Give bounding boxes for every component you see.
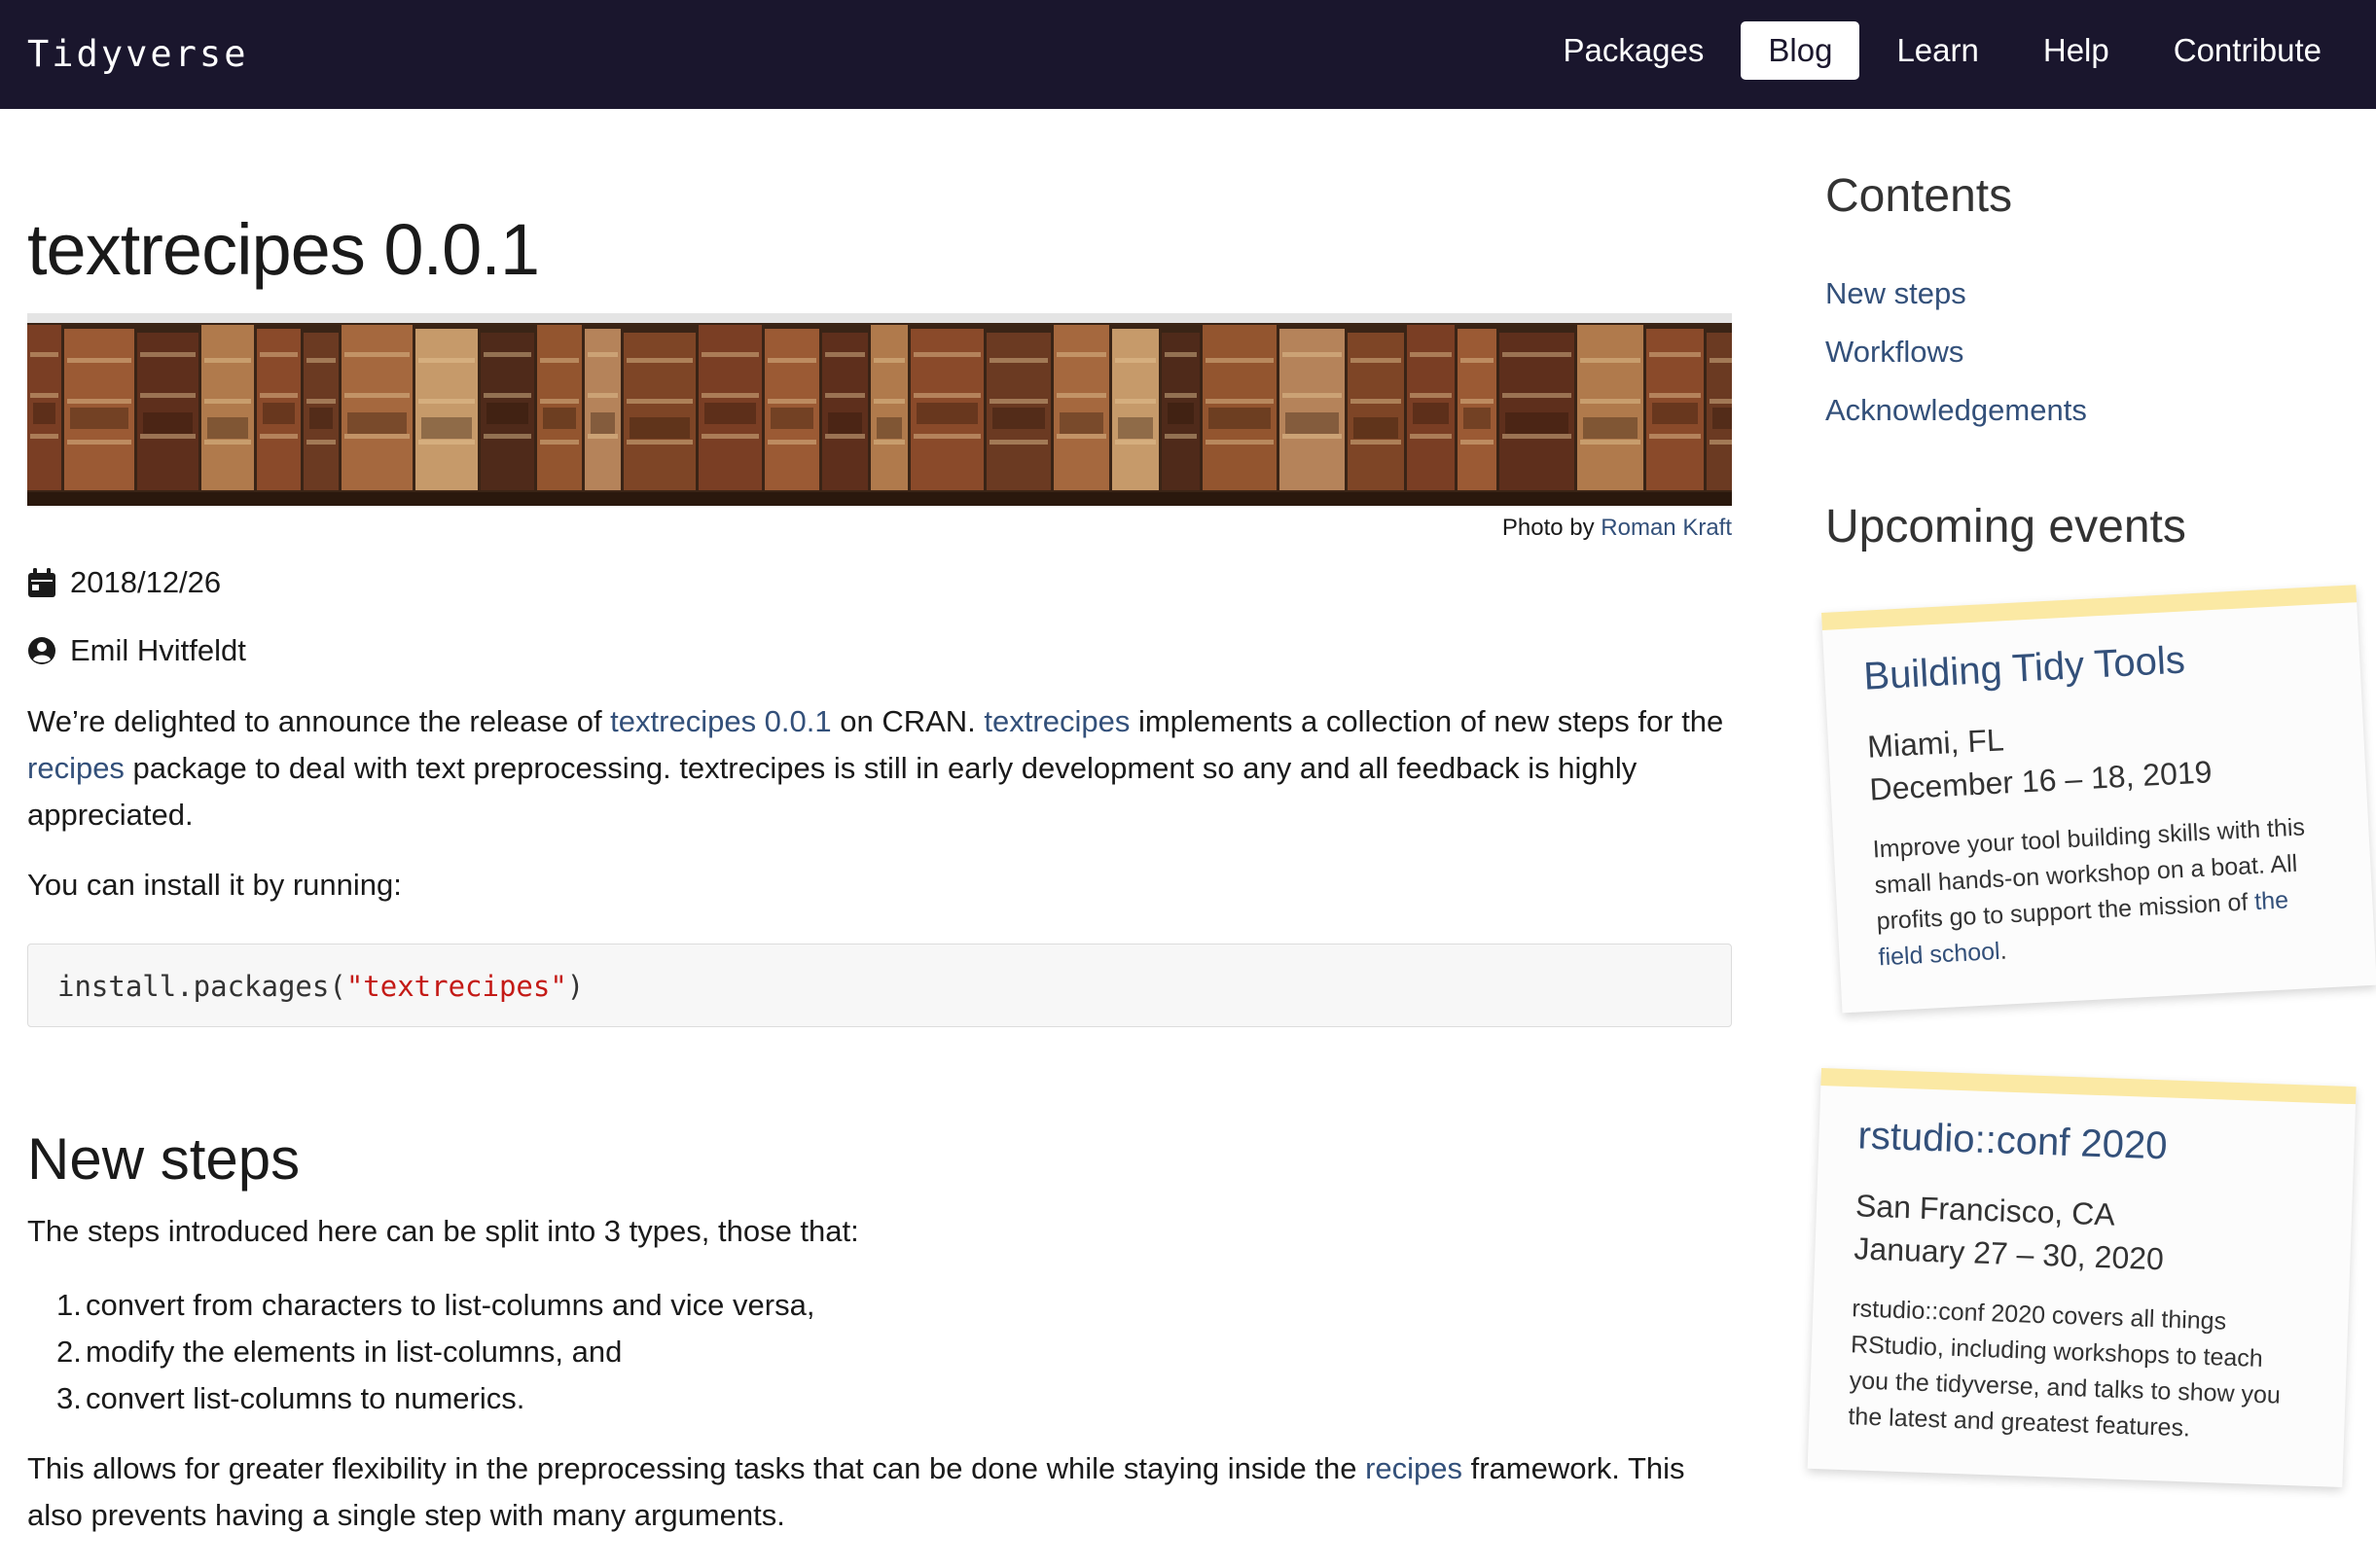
table-of-contents: New steps Workflows Acknowledgements: [1825, 265, 2370, 440]
nav-contribute[interactable]: Contribute: [2146, 21, 2349, 80]
user-circle-icon: [28, 637, 55, 664]
event-card[interactable]: rstudio::conf 2020 San Francisco, CA Jan…: [1807, 1068, 2357, 1487]
post-date: 2018/12/26: [27, 558, 1732, 607]
nav-packages[interactable]: Packages: [1535, 21, 1731, 80]
nav-help[interactable]: Help: [2016, 21, 2137, 80]
post-title: textrecipes 0.0.1: [27, 209, 540, 290]
list-text: modify the elements in list-columns, and: [86, 1335, 623, 1369]
post-author: Emil Hvitfeldt: [27, 626, 1732, 675]
nav-blog[interactable]: Blog: [1741, 21, 1860, 80]
steps-list: 1. convert from characters to list-column…: [27, 1282, 1732, 1422]
list-item: 3. convert list-columns to numerics.: [56, 1375, 1732, 1422]
intro-text-1: We’re delighted to announce the release …: [27, 704, 611, 738]
toc-acknowledgements[interactable]: Acknowledgements: [1825, 381, 2370, 440]
brand-logo[interactable]: Tidyverse: [27, 27, 248, 82]
code-close: ): [566, 970, 585, 1003]
section-after-paragraph: This allows for greater flexibility in t…: [27, 1445, 1732, 1539]
calendar-icon: [28, 568, 55, 597]
event-card[interactable]: Building Tidy Tools Miami, FL December 1…: [1821, 585, 2376, 1014]
event-body: rstudio::conf 2020 San Francisco, CA Jan…: [1808, 1086, 2356, 1487]
event-desc-text: rstudio::conf 2020 covers all things RSt…: [1848, 1295, 2282, 1443]
author-name: Emil Hvitfeldt: [70, 633, 246, 667]
install-paragraph: You can install it by running:: [27, 868, 402, 902]
toc-workflows[interactable]: Workflows: [1825, 323, 2370, 381]
event-description: Improve your tool building skills with t…: [1872, 808, 2336, 976]
nav-links: Packages Blog Learn Help Contribute: [1535, 21, 2349, 80]
contents-title: Contents: [1825, 170, 2013, 222]
sidebar: Contents New steps Workflows Acknowledge…: [1825, 109, 2370, 556]
event-body: Building Tidy Tools Miami, FL December 1…: [1822, 602, 2376, 1013]
nav-learn[interactable]: Learn: [1869, 21, 2005, 80]
list-number: 3.: [56, 1381, 82, 1415]
intro-paragraph: We’re delighted to announce the release …: [27, 698, 1732, 838]
event-name[interactable]: rstudio::conf 2020: [1857, 1110, 2317, 1176]
code-function: install.packages(: [57, 970, 346, 1003]
code-string: "textrecipes": [345, 970, 567, 1003]
date-text: 2018/12/26: [70, 565, 222, 599]
intro-text-3: implements a collection of new steps for…: [1130, 704, 1724, 738]
link-textrecipes[interactable]: textrecipes: [984, 704, 1130, 738]
list-number: 1.: [56, 1288, 82, 1322]
link-recipes[interactable]: recipes: [27, 751, 125, 785]
top-navbar: Tidyverse Packages Blog Learn Help Contr…: [0, 0, 2376, 109]
intro-text-2: on CRAN.: [831, 704, 985, 738]
link-recipes-framework[interactable]: recipes: [1365, 1451, 1462, 1485]
photo-credit: Photo by Roman Kraft: [27, 514, 1732, 543]
credit-author-link[interactable]: Roman Kraft: [1601, 515, 1732, 541]
intro-text-4: package to deal with text preprocessing.…: [27, 751, 1638, 832]
events-title: Upcoming events: [1825, 501, 2186, 552]
event-desc-text: Improve your tool building skills with t…: [1872, 813, 2306, 936]
event-name[interactable]: Building Tidy Tools: [1862, 627, 2322, 702]
list-number: 2.: [56, 1335, 82, 1369]
list-item: 1. convert from characters to list-column…: [56, 1282, 1732, 1329]
list-item: 2. modify the elements in list-columns, a…: [56, 1329, 1732, 1375]
list-text: convert list-columns to numerics.: [86, 1381, 525, 1415]
banner: Photo by Roman Kraft: [27, 313, 1732, 543]
section-lead: The steps introduced here can be split i…: [27, 1214, 859, 1248]
event-description: rstudio::conf 2020 covers all things RSt…: [1848, 1291, 2310, 1450]
bookshelf-image: [27, 313, 1732, 506]
after-text-1: This allows for greater flexibility in t…: [27, 1451, 1366, 1485]
list-text: convert from characters to list-columns …: [86, 1288, 815, 1322]
credit-prefix: Photo by: [1501, 515, 1602, 541]
article: textrecipes 0.0.1 Photo by Roman Kraft 2…: [27, 109, 1732, 1539]
toc-new-steps[interactable]: New steps: [1825, 265, 2370, 323]
link-textrecipes-release[interactable]: textrecipes 0.0.1: [610, 704, 831, 738]
section-heading-new-steps: New steps: [27, 1126, 301, 1192]
event-desc-end: .: [1998, 937, 2008, 965]
code-block[interactable]: install.packages("textrecipes"): [27, 944, 1732, 1027]
bookshelf-photo: [27, 313, 1732, 506]
